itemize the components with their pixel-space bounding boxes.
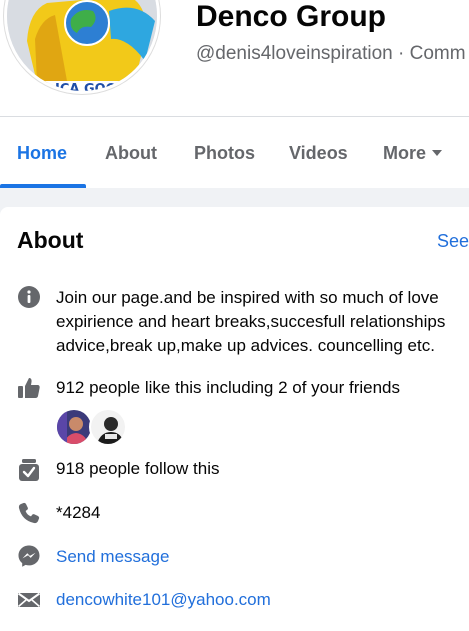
svg-text:ICA GOOD: ICA GOOD: [55, 82, 128, 94]
followers-count-text: 918 people follow this: [56, 459, 220, 478]
page-tabs: Home About Photos Videos More: [0, 116, 469, 188]
envelope-icon: [17, 592, 41, 608]
active-tab-indicator: [0, 184, 86, 188]
tab-more-label: More: [383, 143, 427, 163]
about-heading: About: [17, 227, 84, 253]
messenger-icon: [18, 545, 40, 567]
page-avatar[interactable]: ICA GOOD: [4, 0, 160, 94]
friend-avatar[interactable]: [89, 408, 127, 446]
tab-about[interactable]: About: [105, 117, 157, 188]
tab-more[interactable]: More: [383, 117, 443, 188]
follow-icon: [19, 459, 39, 481]
send-message-link[interactable]: Send message: [56, 545, 169, 569]
friend-photo: [91, 410, 125, 444]
page-title: Denco Group: [196, 0, 387, 33]
phone-icon: [18, 502, 40, 524]
tab-home[interactable]: Home: [17, 117, 67, 188]
page-handle: @denis4loveinspiration · Comm: [196, 43, 466, 64]
info-icon: [18, 286, 40, 308]
about-card: About See Join our page.and be inspired …: [0, 207, 469, 631]
tab-videos[interactable]: Videos: [289, 117, 348, 188]
logo-image: ICA GOOD: [7, 0, 157, 94]
tab-photos[interactable]: Photos: [194, 117, 255, 188]
friend-photo: [57, 410, 91, 444]
caret-down-icon: [432, 149, 443, 156]
likes-count-text: 912 people like this including 2 of your…: [56, 378, 400, 397]
page-header: ICA GOOD Denco Group @denis4loveinspirat…: [0, 0, 469, 116]
page-description: Join our page.and be inspired with so mu…: [56, 288, 446, 355]
phone-number[interactable]: *4284: [56, 501, 100, 525]
thumbs-up-icon: [18, 378, 40, 398]
see-all-link[interactable]: See: [437, 231, 469, 252]
email-link[interactable]: dencowhite101@yahoo.com: [56, 588, 271, 612]
friend-avatar[interactable]: [55, 408, 93, 446]
